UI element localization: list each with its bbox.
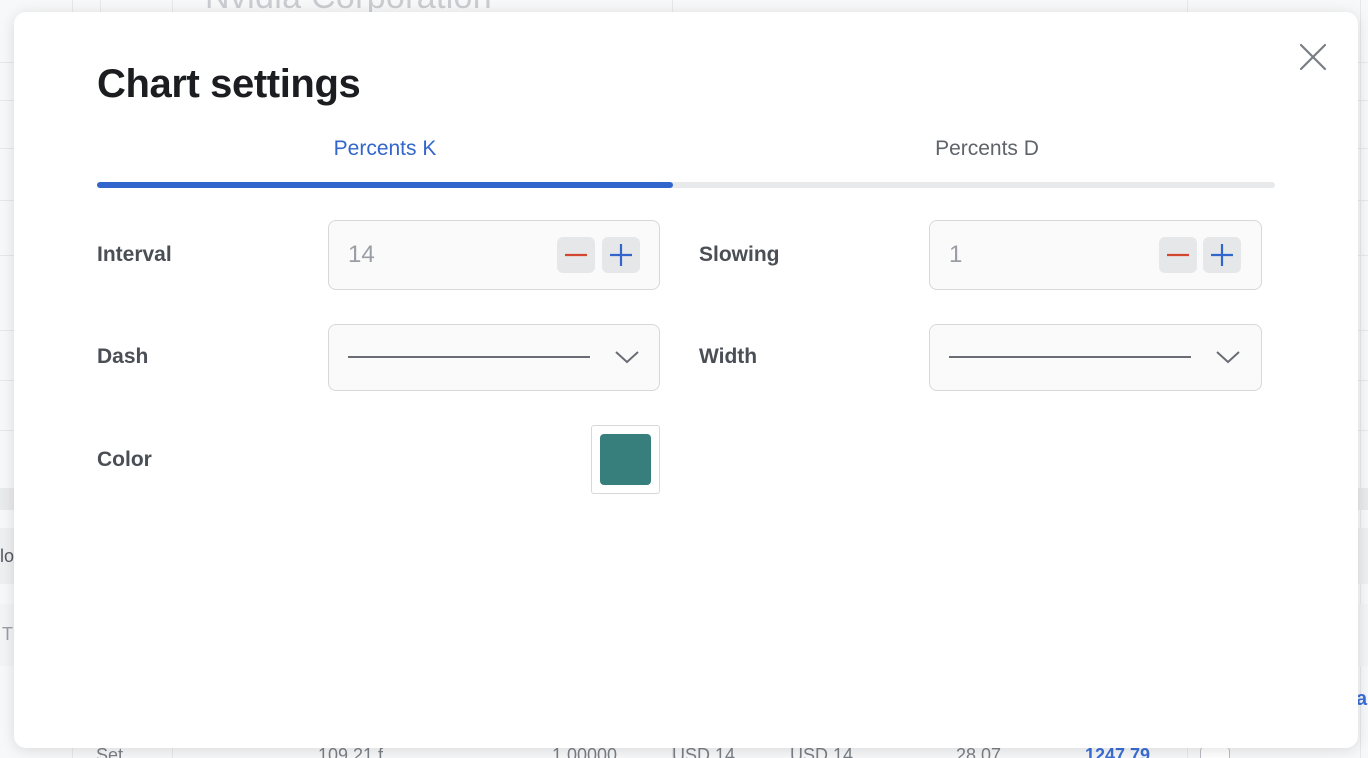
slowing-increment-button[interactable] xyxy=(1203,237,1241,273)
slowing-decrement-button[interactable] xyxy=(1159,237,1197,273)
interval-decrement-button[interactable] xyxy=(557,237,595,273)
chevron-down-icon xyxy=(615,351,639,364)
tab-bar: Percents K Percents D xyxy=(97,130,1275,188)
dash-style-preview xyxy=(348,356,590,358)
plus-icon xyxy=(610,244,632,266)
interval-input[interactable]: 14 xyxy=(348,221,375,289)
dialog-title: Chart settings xyxy=(97,62,361,106)
background-side-text: T xyxy=(2,624,13,644)
interval-increment-button[interactable] xyxy=(602,237,640,273)
color-picker[interactable] xyxy=(591,425,660,494)
color-swatch xyxy=(600,434,651,485)
chevron-down-icon xyxy=(1216,351,1240,364)
width-select[interactable] xyxy=(929,324,1262,391)
dash-label: Dash xyxy=(97,345,149,368)
minus-icon xyxy=(565,253,587,257)
slowing-label: Slowing xyxy=(699,243,780,266)
tab-percents-d[interactable]: Percents D xyxy=(699,130,1275,188)
tab-active-indicator xyxy=(97,182,673,188)
chart-settings-dialog: Chart settings Percents K Percents D Int… xyxy=(14,12,1358,748)
width-style-preview xyxy=(949,356,1191,358)
background-side-text: lo xyxy=(0,546,15,566)
slowing-stepper: 1 xyxy=(929,220,1262,290)
slowing-input[interactable]: 1 xyxy=(949,221,962,289)
interval-label: Interval xyxy=(97,243,172,266)
minus-icon xyxy=(1167,253,1189,257)
color-label: Color xyxy=(97,448,152,471)
width-label: Width xyxy=(699,345,758,368)
close-button[interactable] xyxy=(1296,40,1330,74)
plus-icon xyxy=(1211,244,1233,266)
interval-stepper: 14 xyxy=(328,220,660,290)
tab-percents-k[interactable]: Percents K xyxy=(97,130,673,188)
close-icon xyxy=(1299,43,1327,71)
dash-select[interactable] xyxy=(328,324,660,391)
